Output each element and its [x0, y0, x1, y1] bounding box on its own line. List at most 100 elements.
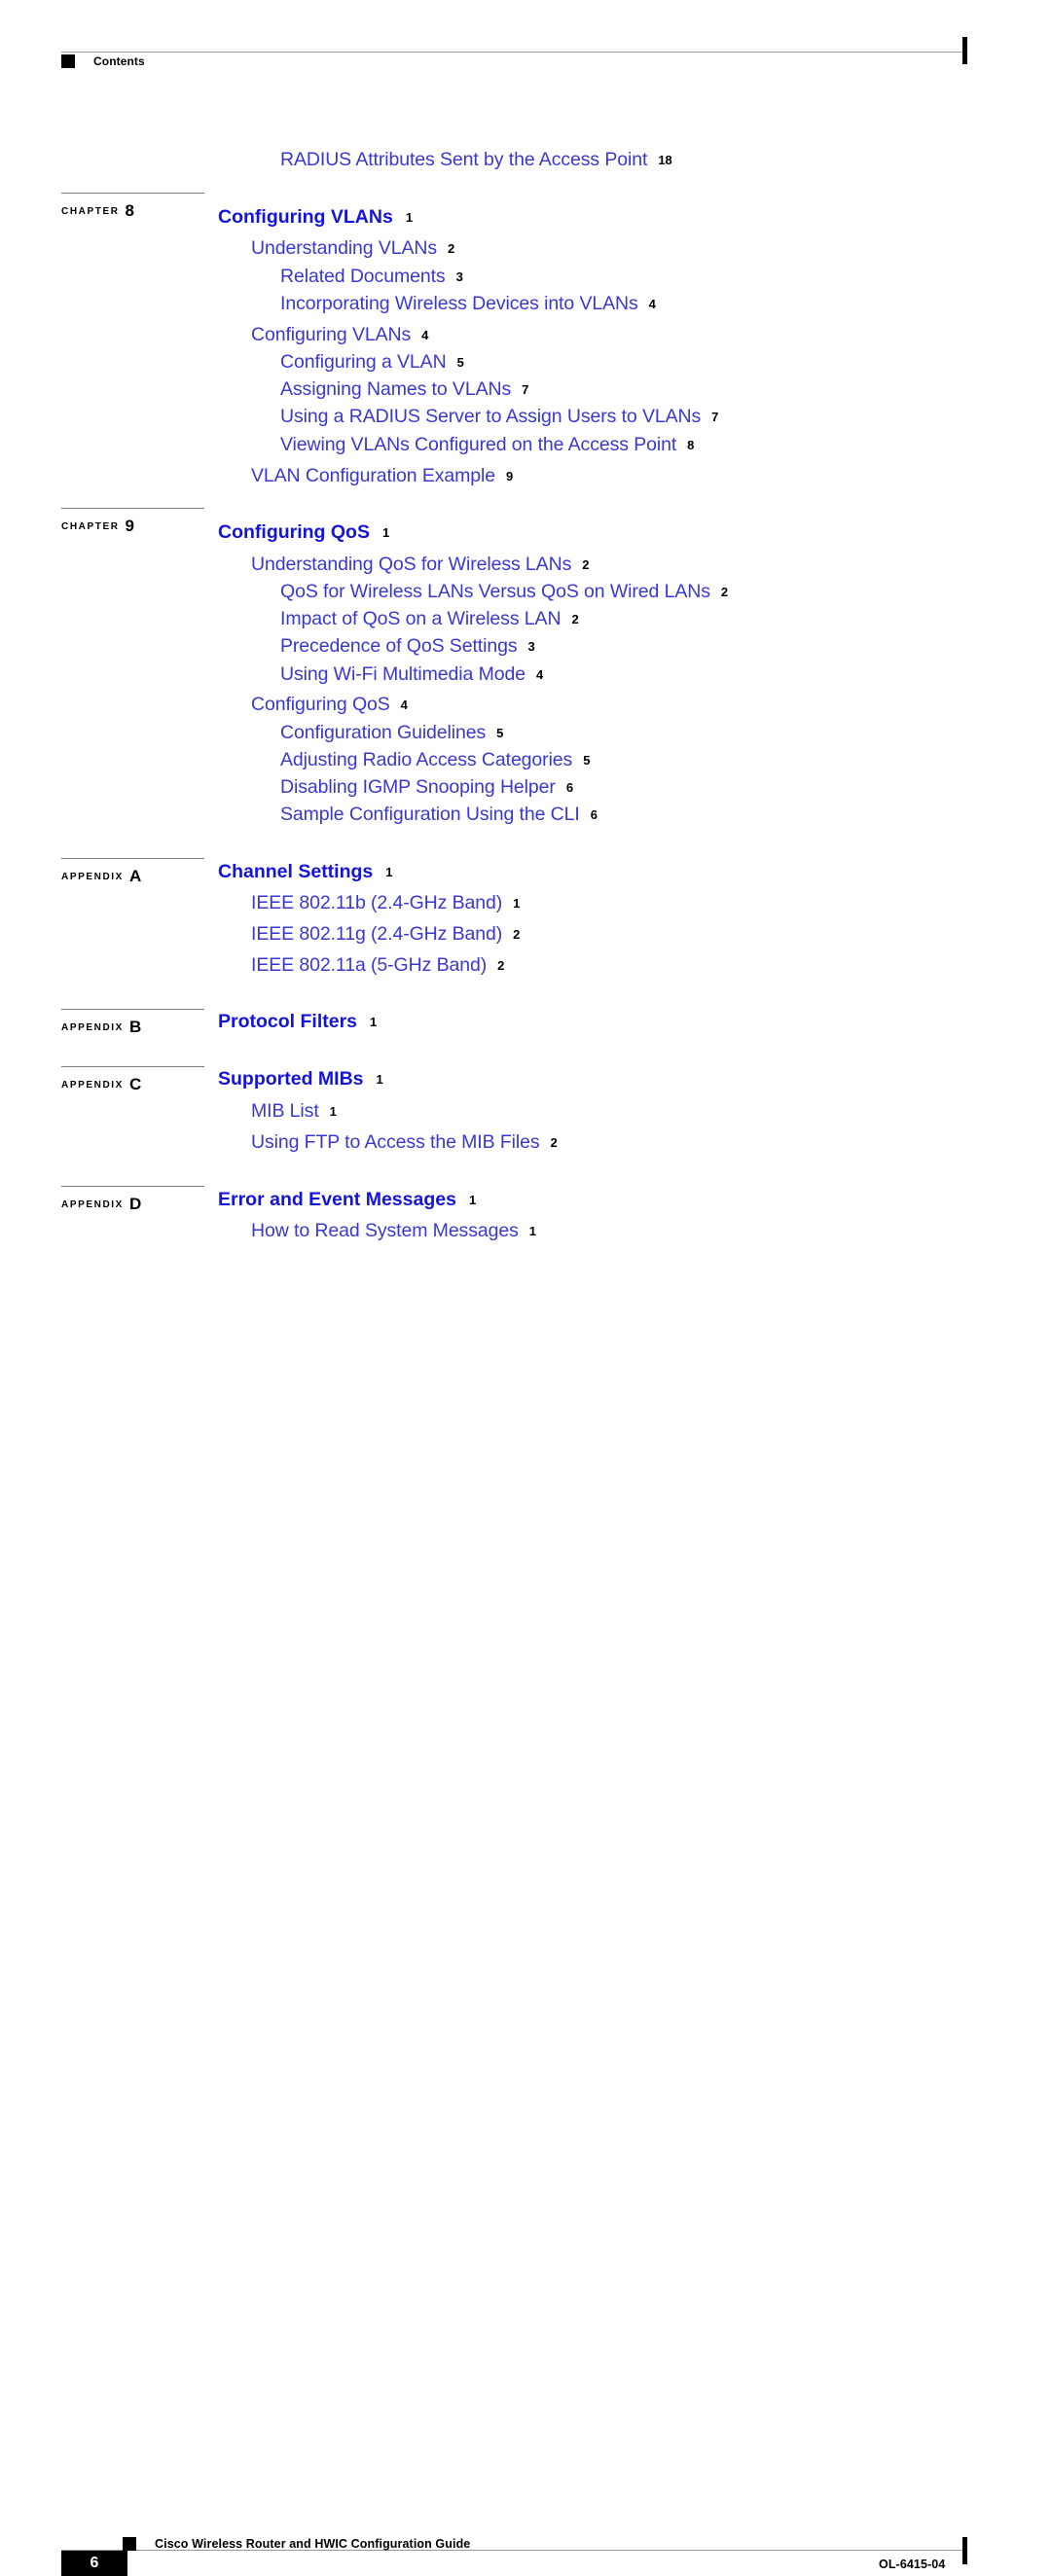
toc-entry[interactable]: Using FTP to Access the MIB Files 2	[251, 1131, 558, 1153]
toc-entry[interactable]: How to Read System Messages 1	[251, 1220, 536, 1241]
toc-entry[interactable]: Using Wi-Fi Multimedia Mode 4	[280, 663, 544, 685]
toc-entry[interactable]: Channel Settings 1	[218, 862, 393, 882]
toc-entry-label: QoS for Wireless LANs Versus QoS on Wire…	[280, 581, 710, 602]
toc-entry-label: Using FTP to Access the MIB Files	[251, 1131, 540, 1153]
toc-entry[interactable]: Impact of QoS on a Wireless LAN 2	[280, 608, 579, 629]
toc-entry[interactable]: QoS for Wireless LANs Versus QoS on Wire…	[280, 581, 729, 602]
toc-entry[interactable]: Configuring VLANs 4	[251, 324, 429, 345]
toc-entry-label: Precedence of QoS Settings	[280, 635, 518, 657]
toc-entry[interactable]: IEEE 802.11g (2.4-GHz Band) 2	[251, 923, 521, 945]
toc-entry-page-number: 1	[376, 1072, 383, 1087]
toc-gutter-label: APPENDIX C	[61, 1066, 207, 1092]
toc-entry-label: IEEE 802.11g (2.4-GHz Band)	[251, 923, 503, 945]
toc-entry-page-number: 7	[711, 410, 719, 424]
toc-entry[interactable]: MIB List 1	[251, 1100, 337, 1122]
toc-entry-label: MIB List	[251, 1100, 319, 1122]
toc-entry-page-number: 7	[522, 382, 529, 397]
gutter-kind-text: CHAPTER	[61, 206, 120, 217]
toc-entry-label: IEEE 802.11b (2.4-GHz Band)	[251, 892, 503, 913]
toc-entry[interactable]: Disabling IGMP Snooping Helper 6	[280, 776, 573, 798]
footer-bullet-square-icon	[123, 2537, 136, 2551]
toc-entry[interactable]: VLAN Configuration Example 9	[251, 466, 513, 486]
toc-entry-page-number: 3	[455, 269, 463, 284]
toc-entry-label: Related Documents	[280, 266, 446, 287]
gutter-id-number: 9	[125, 517, 135, 535]
toc-entry-page-number: 4	[400, 698, 408, 712]
toc-entry-page-number: 2	[720, 585, 729, 599]
toc-entry[interactable]: Supported MIBs 1	[218, 1068, 383, 1090]
toc-entry-label: Assigning Names to VLANs	[280, 378, 512, 400]
gutter-kind-label: APPENDIX C	[61, 1074, 207, 1092]
toc-entry-label: Using a RADIUS Server to Assign Users to…	[280, 406, 702, 427]
toc-entry-label: How to Read System Messages	[251, 1220, 519, 1241]
toc-gutter-label: APPENDIX D	[61, 1186, 207, 1213]
gutter-id-number: D	[128, 1195, 142, 1213]
toc-entry-label: Disabling IGMP Snooping Helper	[280, 776, 556, 798]
toc-entry-page-number: 2	[571, 612, 579, 626]
toc-entry-label: Understanding QoS for Wireless LANs	[251, 554, 572, 575]
toc-entry[interactable]: Configuring a VLAN 5	[280, 352, 464, 373]
toc-entry-label: Adjusting Radio Access Categories	[280, 749, 573, 770]
toc-entry-label: Understanding VLANs	[251, 237, 438, 259]
toc-entry[interactable]: Precedence of QoS Settings 3	[280, 635, 535, 657]
toc-entry-label: Configuring QoS	[251, 694, 390, 715]
toc-entry[interactable]: Adjusting Radio Access Categories 5	[280, 749, 590, 770]
toc-entry-page-number: 2	[497, 958, 505, 973]
toc-entry[interactable]: IEEE 802.11b (2.4-GHz Band) 1	[251, 892, 521, 913]
gutter-rule	[61, 1066, 204, 1067]
gutter-kind-text: APPENDIX	[61, 1022, 124, 1033]
toc-entry-page-number: 1	[528, 1224, 536, 1238]
toc-entry[interactable]: Incorporating Wireless Devices into VLAN…	[280, 294, 656, 314]
toc-entry-label: RADIUS Attributes Sent by the Access Poi…	[280, 149, 648, 170]
toc-entry[interactable]: Using a RADIUS Server to Assign Users to…	[280, 406, 719, 427]
toc-entry-label: Using Wi-Fi Multimedia Mode	[280, 663, 526, 685]
toc-entry[interactable]: Configuring QoS 1	[218, 522, 390, 543]
toc-entry-page-number: 2	[550, 1135, 558, 1150]
toc-entry-page-number: 2	[448, 241, 455, 256]
gutter-kind-label: APPENDIX D	[61, 1194, 207, 1213]
gutter-rule	[61, 1009, 204, 1010]
footer-document-id: OL-6415-04	[879, 2558, 946, 2571]
gutter-kind-text: CHAPTER	[61, 521, 120, 532]
gutter-id-number: B	[128, 1018, 142, 1036]
toc-entry[interactable]: Viewing VLANs Configured on the Access P…	[280, 435, 694, 455]
page-footer: 6 Cisco Wireless Router and HWIC Configu…	[0, 1262, 1051, 2576]
toc-entry-label: Supported MIBs	[218, 1068, 364, 1090]
toc-entry-page-number: 4	[421, 328, 429, 342]
toc-entry[interactable]: Assigning Names to VLANs 7	[280, 378, 529, 400]
toc-entry[interactable]: Understanding VLANs 2	[251, 237, 455, 259]
footer-end-marker-icon	[962, 2537, 967, 2564]
toc-entry-page-number: 2	[513, 927, 521, 942]
toc-entry-label: Protocol Filters	[218, 1011, 358, 1032]
toc-gutter-label: CHAPTER 8	[61, 193, 207, 219]
gutter-rule	[61, 1186, 204, 1187]
toc-entry[interactable]: IEEE 802.11a (5-GHz Band) 2	[251, 954, 505, 976]
gutter-rule	[61, 193, 204, 194]
toc-entry[interactable]: Related Documents 3	[280, 266, 463, 287]
toc-entry-page-number: 5	[496, 726, 504, 740]
toc-entry-page-number: 1	[381, 525, 390, 540]
gutter-kind-label: CHAPTER 9	[61, 516, 207, 535]
toc-entry-page-number: 1	[513, 896, 521, 911]
running-header-title: Contents	[93, 54, 145, 68]
header-end-marker-icon	[962, 37, 967, 64]
toc-gutter-label: APPENDIX B	[61, 1009, 207, 1036]
toc-entry-page-number: 4	[535, 667, 544, 682]
toc-entry[interactable]: Configuring VLANs 1	[218, 207, 413, 228]
toc-entry-label: Impact of QoS on a Wireless LAN	[280, 608, 562, 629]
toc-entry-label: Configuring VLANs	[251, 324, 412, 345]
toc-entry[interactable]: Error and Event Messages 1	[218, 1189, 476, 1210]
toc-entry[interactable]: Sample Configuration Using the CLI 6	[280, 805, 598, 825]
toc-entry-page-number: 5	[456, 355, 464, 370]
header-bullet-square-icon	[61, 54, 75, 68]
toc-entry-label: IEEE 802.11a (5-GHz Band)	[251, 954, 488, 976]
gutter-id-number: A	[128, 867, 142, 885]
toc-entry[interactable]: Configuring QoS 4	[251, 694, 408, 715]
toc-entry[interactable]: Configuration Guidelines 5	[280, 723, 504, 743]
toc-entry-page-number: 6	[590, 807, 598, 822]
toc-entry[interactable]: Understanding QoS for Wireless LANs 2	[251, 555, 589, 575]
toc-entry-label: Error and Event Messages	[218, 1189, 456, 1210]
toc-entry[interactable]: RADIUS Attributes Sent by the Access Poi…	[280, 149, 672, 170]
toc-entry-page-number: 18	[658, 153, 672, 167]
toc-entry[interactable]: Protocol Filters 1	[218, 1011, 377, 1032]
